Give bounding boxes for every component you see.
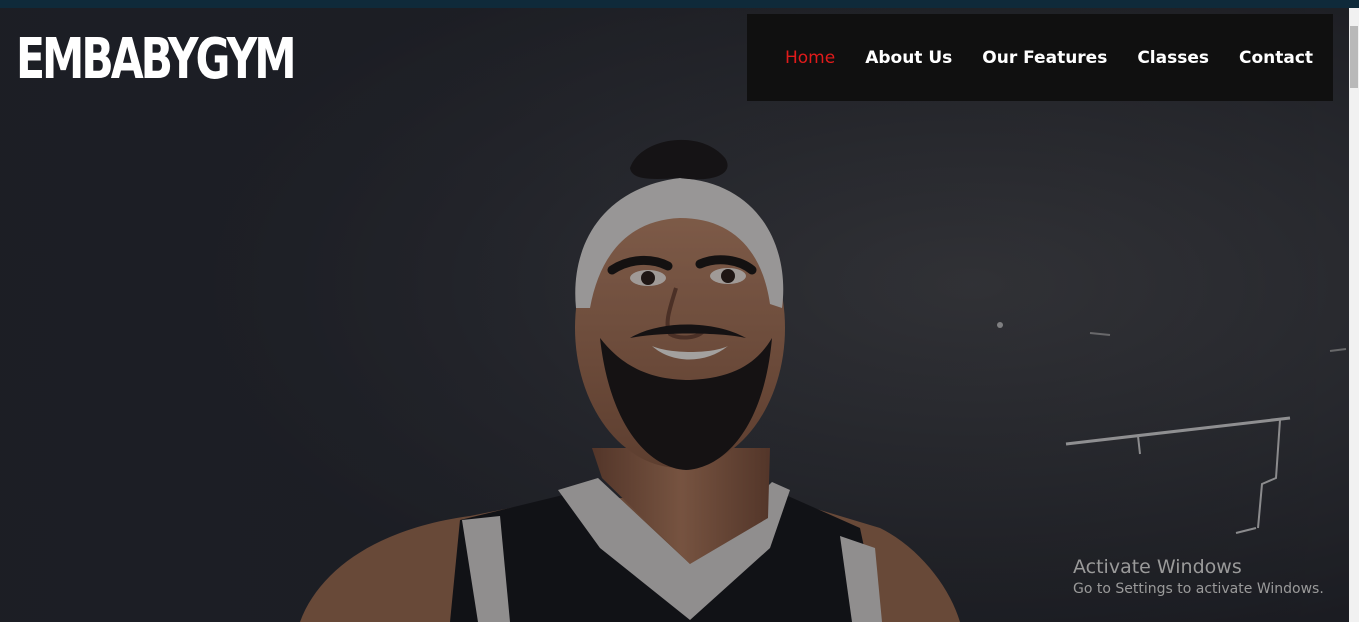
nav-item-our-features[interactable]: Our Features bbox=[982, 48, 1107, 68]
nav-list: Home About Us Our Features Classes Conta… bbox=[785, 14, 1313, 101]
watermark-subtitle: Go to Settings to activate Windows. bbox=[1073, 581, 1324, 597]
nav-item-classes[interactable]: Classes bbox=[1137, 48, 1209, 68]
nav-item-about-us[interactable]: About Us bbox=[865, 48, 952, 68]
site-logo[interactable]: EMBABYGYM bbox=[16, 26, 297, 94]
nav-item-home[interactable]: Home bbox=[785, 48, 835, 68]
page: EMBABYGYM Home About Us Our Features Cla… bbox=[0, 0, 1359, 622]
browser-top-strip bbox=[0, 0, 1359, 8]
scrollbar-thumb[interactable] bbox=[1350, 26, 1358, 88]
vertical-scrollbar[interactable] bbox=[1349, 8, 1359, 622]
nav-item-contact[interactable]: Contact bbox=[1239, 48, 1313, 68]
watermark-title: Activate Windows bbox=[1073, 556, 1242, 578]
activate-windows-watermark: Activate Windows Go to Settings to activ… bbox=[1073, 555, 1324, 599]
main-navigation: Home About Us Our Features Classes Conta… bbox=[747, 14, 1333, 101]
